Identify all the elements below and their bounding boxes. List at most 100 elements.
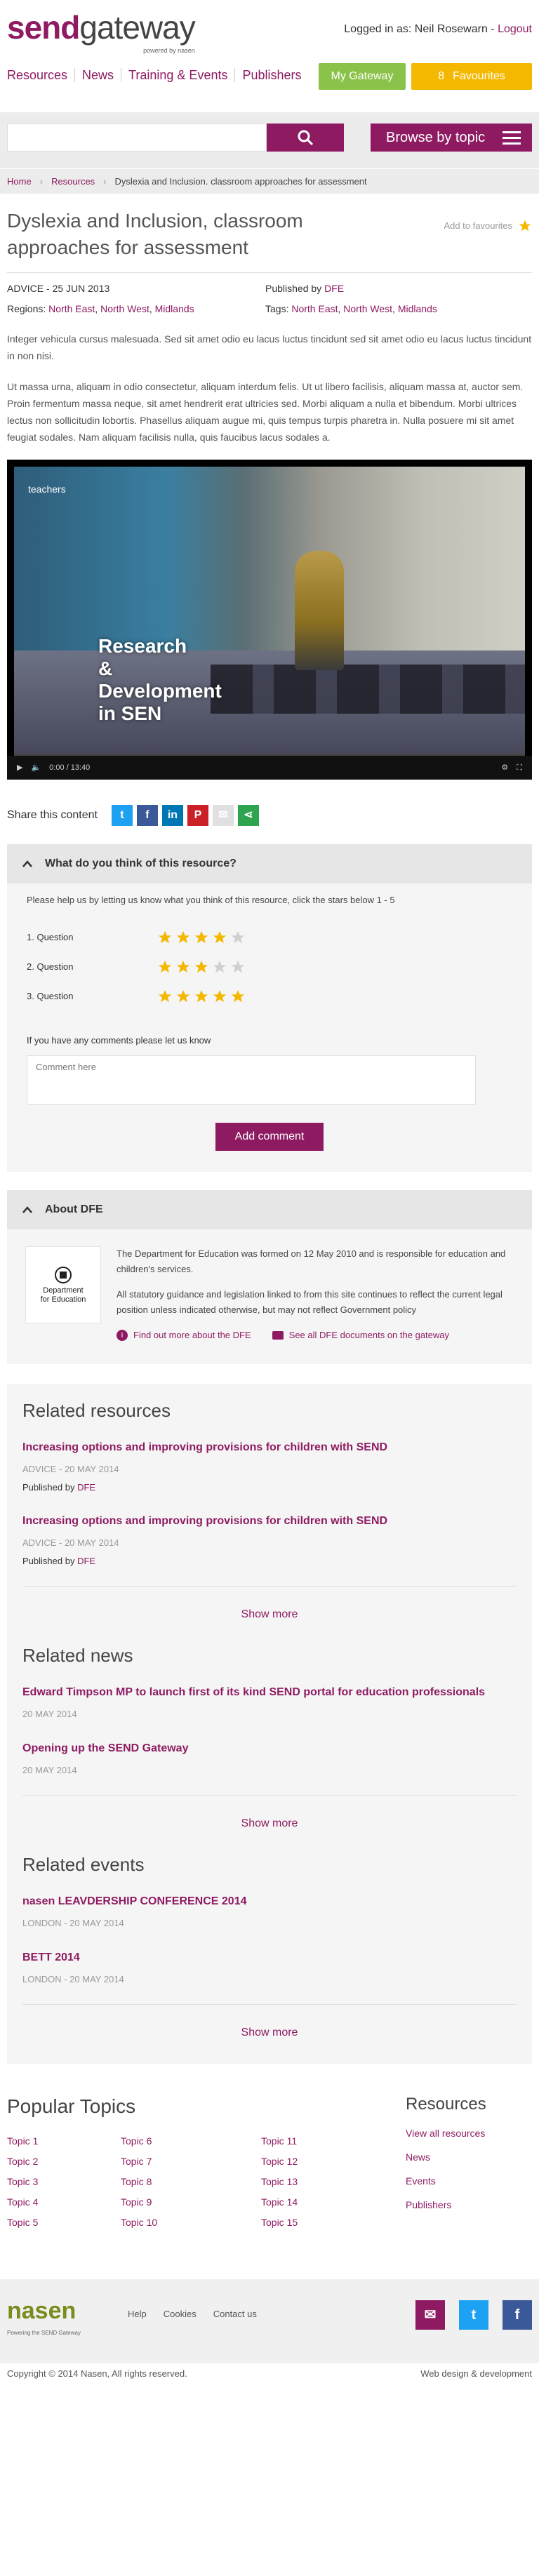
- show-more-events[interactable]: Show more: [22, 2004, 517, 2047]
- send-gateway-logo[interactable]: sendgateway powered by nasen: [7, 11, 196, 54]
- star-icon[interactable]: [194, 989, 209, 1004]
- star-icon[interactable]: [230, 930, 246, 945]
- star-icon[interactable]: [175, 989, 191, 1004]
- topic-link[interactable]: Topic 6: [121, 2134, 261, 2149]
- my-gateway-button[interactable]: My Gateway: [319, 63, 406, 90]
- browse-by-topic-button[interactable]: Browse by topic: [371, 124, 532, 152]
- find-out-more-link[interactable]: i Find out more about the DFE: [117, 1328, 251, 1343]
- publisher-link[interactable]: DFE: [77, 1556, 95, 1566]
- add-to-favourites-link[interactable]: Add to favourites: [444, 219, 532, 233]
- star-icon[interactable]: [157, 930, 173, 945]
- site-footer: nasen Powering the SEND Gateway Help Coo…: [0, 2279, 539, 2384]
- rating-panel-header[interactable]: What do you think of this resource?: [7, 844, 532, 883]
- topic-link[interactable]: Topic 8: [121, 2175, 261, 2189]
- star-icon[interactable]: [230, 989, 246, 1004]
- caption-line: in SEN: [98, 702, 162, 724]
- facebook-icon[interactable]: f: [136, 805, 158, 826]
- breadcrumb-home[interactable]: Home: [7, 175, 32, 189]
- find-out-more-label: Find out more about the DFE: [133, 1330, 251, 1340]
- footer-cookies-link[interactable]: Cookies: [164, 2307, 197, 2321]
- nav-training-events[interactable]: Training & Events: [128, 68, 236, 82]
- nav-news[interactable]: News: [82, 68, 122, 82]
- region-link[interactable]: North East: [48, 303, 95, 314]
- volume-icon[interactable]: 🔈: [31, 762, 41, 774]
- breadcrumb-resources[interactable]: Resources: [51, 175, 95, 189]
- topic-link[interactable]: Topic 15: [261, 2215, 396, 2230]
- breadcrumb-current: Dyslexia and Inclusion. classroom approa…: [114, 175, 367, 187]
- resources-link[interactable]: Publishers: [406, 2199, 451, 2210]
- play-icon[interactable]: ▶: [17, 762, 22, 774]
- share-icon[interactable]: ⋖: [237, 805, 259, 826]
- logout-link[interactable]: Logout: [498, 23, 532, 35]
- rating-stars: [157, 930, 246, 945]
- topic-link[interactable]: Topic 2: [7, 2154, 121, 2169]
- resources-link[interactable]: Events: [406, 2175, 436, 2187]
- star-icon[interactable]: [194, 959, 209, 975]
- twitter-icon[interactable]: t: [111, 805, 133, 826]
- tag-link[interactable]: North West: [343, 303, 392, 314]
- topic-link[interactable]: Topic 3: [7, 2175, 121, 2189]
- star-icon[interactable]: [212, 959, 227, 975]
- resources-link[interactable]: View all resources: [406, 2128, 485, 2139]
- comment-field[interactable]: [27, 1055, 476, 1105]
- email-icon[interactable]: ✉: [415, 2300, 445, 2330]
- facebook-icon[interactable]: f: [503, 2300, 532, 2330]
- topic-link[interactable]: Topic 10: [121, 2215, 261, 2230]
- topic-link[interactable]: Topic 9: [121, 2195, 261, 2210]
- video-player[interactable]: teachers Research & Development in SEN ▶…: [7, 460, 532, 780]
- linkedin-icon[interactable]: in: [161, 805, 183, 826]
- nav-publishers[interactable]: Publishers: [242, 68, 308, 82]
- settings-icon[interactable]: ⚙: [501, 762, 508, 774]
- related-event-title[interactable]: nasen LEAVDERSHIP CONFERENCE 2014: [22, 1895, 247, 1907]
- star-icon[interactable]: [157, 959, 173, 975]
- topic-link[interactable]: Topic 7: [121, 2154, 261, 2169]
- regions: Regions: North East, North West, Midland…: [7, 303, 194, 314]
- topic-link[interactable]: Topic 4: [7, 2195, 121, 2210]
- resources-link[interactable]: News: [406, 2151, 430, 2163]
- add-comment-button[interactable]: Add comment: [215, 1123, 324, 1151]
- topic-link[interactable]: Topic 12: [261, 2154, 396, 2169]
- about-heading: About DFE: [45, 1203, 103, 1215]
- star-icon[interactable]: [175, 959, 191, 975]
- footer-contact-link[interactable]: Contact us: [213, 2307, 257, 2321]
- nasen-logo[interactable]: nasen Powering the SEND Gateway: [7, 2293, 81, 2337]
- tag-link[interactable]: Midlands: [398, 303, 437, 314]
- see-all-documents-link[interactable]: See all DFE documents on the gateway: [272, 1328, 449, 1343]
- star-icon[interactable]: [194, 930, 209, 945]
- topic-link[interactable]: Topic 5: [7, 2215, 121, 2230]
- twitter-icon[interactable]: t: [459, 2300, 488, 2330]
- star-icon[interactable]: [175, 930, 191, 945]
- star-icon[interactable]: [212, 930, 227, 945]
- tag-link[interactable]: North East: [291, 303, 338, 314]
- related-news-title[interactable]: Edward Timpson MP to launch first of its…: [22, 1686, 485, 1698]
- related-resource-title[interactable]: Increasing options and improving provisi…: [22, 1515, 387, 1527]
- star-icon[interactable]: [212, 989, 227, 1004]
- related-news-title[interactable]: Opening up the SEND Gateway: [22, 1742, 188, 1754]
- star-icon[interactable]: [230, 959, 246, 975]
- topic-link[interactable]: Topic 11: [261, 2134, 396, 2149]
- topic-link[interactable]: Topic 14: [261, 2195, 396, 2210]
- fullscreen-icon[interactable]: ⛶: [517, 762, 522, 774]
- article-meta: ADVICE - 25 JUN 2013 Published by DFE Re…: [0, 273, 539, 316]
- pinterest-icon[interactable]: P: [187, 805, 208, 826]
- related-event-title[interactable]: BETT 2014: [22, 1951, 80, 1963]
- publisher-link[interactable]: DFE: [77, 1482, 95, 1493]
- show-more-resources[interactable]: Show more: [22, 1586, 517, 1629]
- region-link[interactable]: Midlands: [155, 303, 194, 314]
- credit-link[interactable]: Web design & development: [420, 2367, 532, 2381]
- about-panel-header[interactable]: About DFE: [7, 1190, 532, 1229]
- footer-help-link[interactable]: Help: [128, 2307, 147, 2321]
- star-icon[interactable]: [157, 989, 173, 1004]
- publisher-link[interactable]: DFE: [324, 283, 344, 294]
- search-button[interactable]: [267, 124, 344, 152]
- topic-link[interactable]: Topic 1: [7, 2134, 121, 2149]
- topic-link[interactable]: Topic 13: [261, 2175, 396, 2189]
- nav-resources[interactable]: Resources: [7, 68, 76, 82]
- related-resource-title[interactable]: Increasing options and improving provisi…: [22, 1441, 387, 1453]
- region-link[interactable]: North West: [100, 303, 149, 314]
- favourites-button[interactable]: 8 Favourites: [411, 63, 532, 90]
- show-more-news[interactable]: Show more: [22, 1795, 517, 1838]
- email-icon[interactable]: ✉: [212, 805, 234, 826]
- rating-question-label: 2. Question: [27, 961, 74, 972]
- search-input[interactable]: [7, 124, 267, 152]
